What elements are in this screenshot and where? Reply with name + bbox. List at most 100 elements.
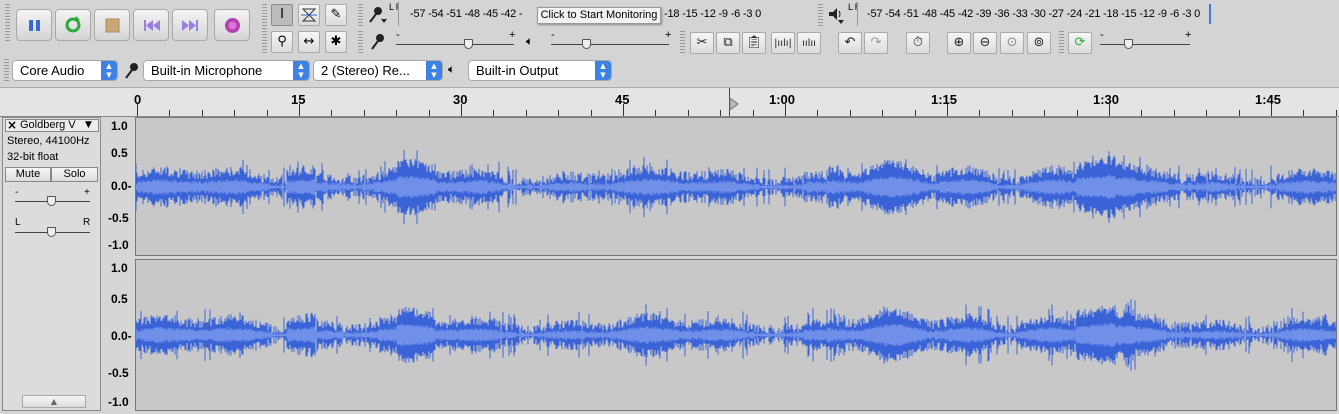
zoom-out-button[interactable]: ⊖ [973, 32, 997, 54]
toolbar-grip[interactable] [818, 4, 823, 26]
ruler-tick [882, 110, 883, 116]
waveform-left-channel[interactable] [135, 117, 1337, 256]
ruler-tick [202, 110, 203, 116]
speaker-icon: 🔈︎ [448, 62, 456, 76]
ruler-tick [720, 110, 721, 116]
scale-label: 1.0 [111, 119, 128, 133]
pan-left-label: L [15, 217, 21, 228]
copy-button[interactable]: ⧉ [716, 32, 740, 54]
skip-to-end-button[interactable] [172, 9, 208, 41]
toolbar-grip[interactable] [1059, 31, 1064, 53]
scale-label: -0.5 [108, 366, 129, 380]
pan-slider-knob[interactable] [47, 227, 56, 237]
ruler-tick [364, 110, 365, 116]
input-volume-knob[interactable] [464, 39, 473, 49]
output-slider-max: + [665, 29, 672, 41]
track-format-info: Stereo, 44100Hz [7, 135, 90, 147]
zoom-in-icon: ⊕ [953, 35, 965, 50]
ruler-tick [558, 110, 559, 116]
input-volume-button [367, 32, 389, 52]
stopwatch-icon: ⏱ [912, 35, 924, 50]
ruler-tick [267, 110, 268, 116]
record-meter-button[interactable] [367, 5, 389, 25]
multi-tool-button[interactable]: ✱ [325, 31, 347, 53]
play-speed-knob[interactable] [1124, 39, 1133, 49]
envelope-tool-button[interactable] [298, 4, 320, 26]
fit-project-button[interactable]: ⊚ [1027, 32, 1051, 54]
skip-to-start-button[interactable] [133, 9, 169, 41]
zoom-in-button[interactable]: ⊕ [947, 32, 971, 54]
ruler-tick [688, 110, 689, 116]
silence-button[interactable]: ıılıı [797, 32, 821, 54]
output-device-select[interactable]: Built-in Output ▲ ▼ [468, 60, 612, 81]
ruler-label: 30 [453, 92, 468, 107]
play-speed-slider[interactable] [1100, 44, 1190, 45]
ruler-label: 1:15 [931, 92, 958, 107]
play-at-speed-button[interactable]: ⟳ [1068, 32, 1092, 54]
timeline-ruler[interactable] [0, 87, 1339, 117]
microphone-icon [121, 61, 141, 81]
silence-audio-icon: ıılıı [802, 38, 816, 49]
mute-button[interactable]: Mute [5, 167, 51, 182]
loop-play-icon: ⟳ [1074, 35, 1086, 50]
input-channels-select[interactable]: 2 (Stereo) Re... ▲ ▼ [313, 60, 443, 81]
time-shift-tool-button[interactable]: ↔ [298, 31, 320, 53]
fit-selection-button[interactable]: ⊙ [1000, 32, 1024, 54]
stop-icon [105, 18, 120, 33]
pause-button[interactable] [16, 9, 52, 41]
output-volume-knob[interactable] [582, 39, 591, 49]
redo-icon: ↷ [870, 35, 882, 50]
audio-host-select[interactable]: Core Audio ▲ ▼ [12, 60, 118, 81]
toolbar-grip[interactable] [358, 4, 363, 26]
ruler-tick [526, 110, 527, 116]
trim-audio-icon: |ıılı| [774, 38, 792, 49]
input-slider-max: + [509, 29, 516, 41]
output-volume-slider[interactable] [551, 44, 669, 45]
toolbar-grip[interactable] [680, 31, 685, 53]
selection-tool-button[interactable]: I [271, 4, 293, 26]
redo-button[interactable]: ↷ [864, 32, 888, 54]
zoom-tool-button[interactable]: ⚲ [271, 31, 293, 53]
input-device-select[interactable]: Built-in Microphone ▲ ▼ [143, 60, 310, 81]
input-device-value: Built-in Microphone [151, 63, 263, 78]
track-name-menu[interactable]: Goldberg V [20, 119, 82, 132]
waveform-right-channel[interactable] [135, 259, 1337, 411]
pencil-icon: ✎ [330, 7, 342, 22]
play-head-icon[interactable] [729, 98, 739, 110]
ruler-tick [1174, 110, 1175, 116]
draw-tool-button[interactable]: ✎ [325, 4, 347, 26]
collapse-track-button[interactable]: ▲ [22, 395, 86, 408]
play-meter-button[interactable] [826, 5, 846, 25]
skip-to-start-icon [144, 20, 160, 31]
track-close-button[interactable]: × [6, 118, 18, 132]
trim-button[interactable]: |ıılı| [771, 32, 795, 54]
stop-button[interactable] [94, 9, 130, 41]
toolbar-grip[interactable] [262, 4, 267, 54]
solo-button[interactable]: Solo [51, 167, 98, 182]
ruler-tick [850, 110, 851, 116]
ruler-label: 1:00 [769, 92, 796, 107]
track-menu-arrow-icon[interactable]: ▼ [85, 119, 97, 132]
undo-button[interactable]: ↶ [838, 32, 862, 54]
input-slider-min: - [396, 29, 400, 41]
toolbar-grip[interactable] [5, 4, 10, 42]
ruler-tick [753, 110, 754, 116]
output-slider-min: - [551, 29, 555, 41]
record-button[interactable] [214, 9, 250, 41]
scale-label: 0.0- [111, 179, 132, 193]
input-channels-value: 2 (Stereo) Re... [321, 63, 410, 78]
chevron-updown-icon: ▲ ▼ [426, 61, 442, 80]
sync-lock-button[interactable]: ⏱ [906, 32, 930, 54]
gain-slider-knob[interactable] [47, 196, 56, 206]
toolbar-grip[interactable] [358, 31, 363, 53]
toolbar-grip[interactable] [4, 59, 9, 83]
record-meter-scale: -57 -54 -51 -48 -45 -42 - [410, 8, 523, 20]
cut-button[interactable]: ✂ [690, 32, 714, 54]
zoom-out-icon: ⊖ [979, 35, 991, 50]
loop-play-button[interactable] [55, 9, 91, 41]
input-volume-slider[interactable] [396, 44, 514, 45]
ruler-tick [591, 110, 592, 116]
fit-selection-icon: ⊙ [1006, 35, 1018, 50]
scale-label: -0.5 [108, 211, 129, 225]
paste-button[interactable]: 📋︎ [742, 32, 766, 54]
